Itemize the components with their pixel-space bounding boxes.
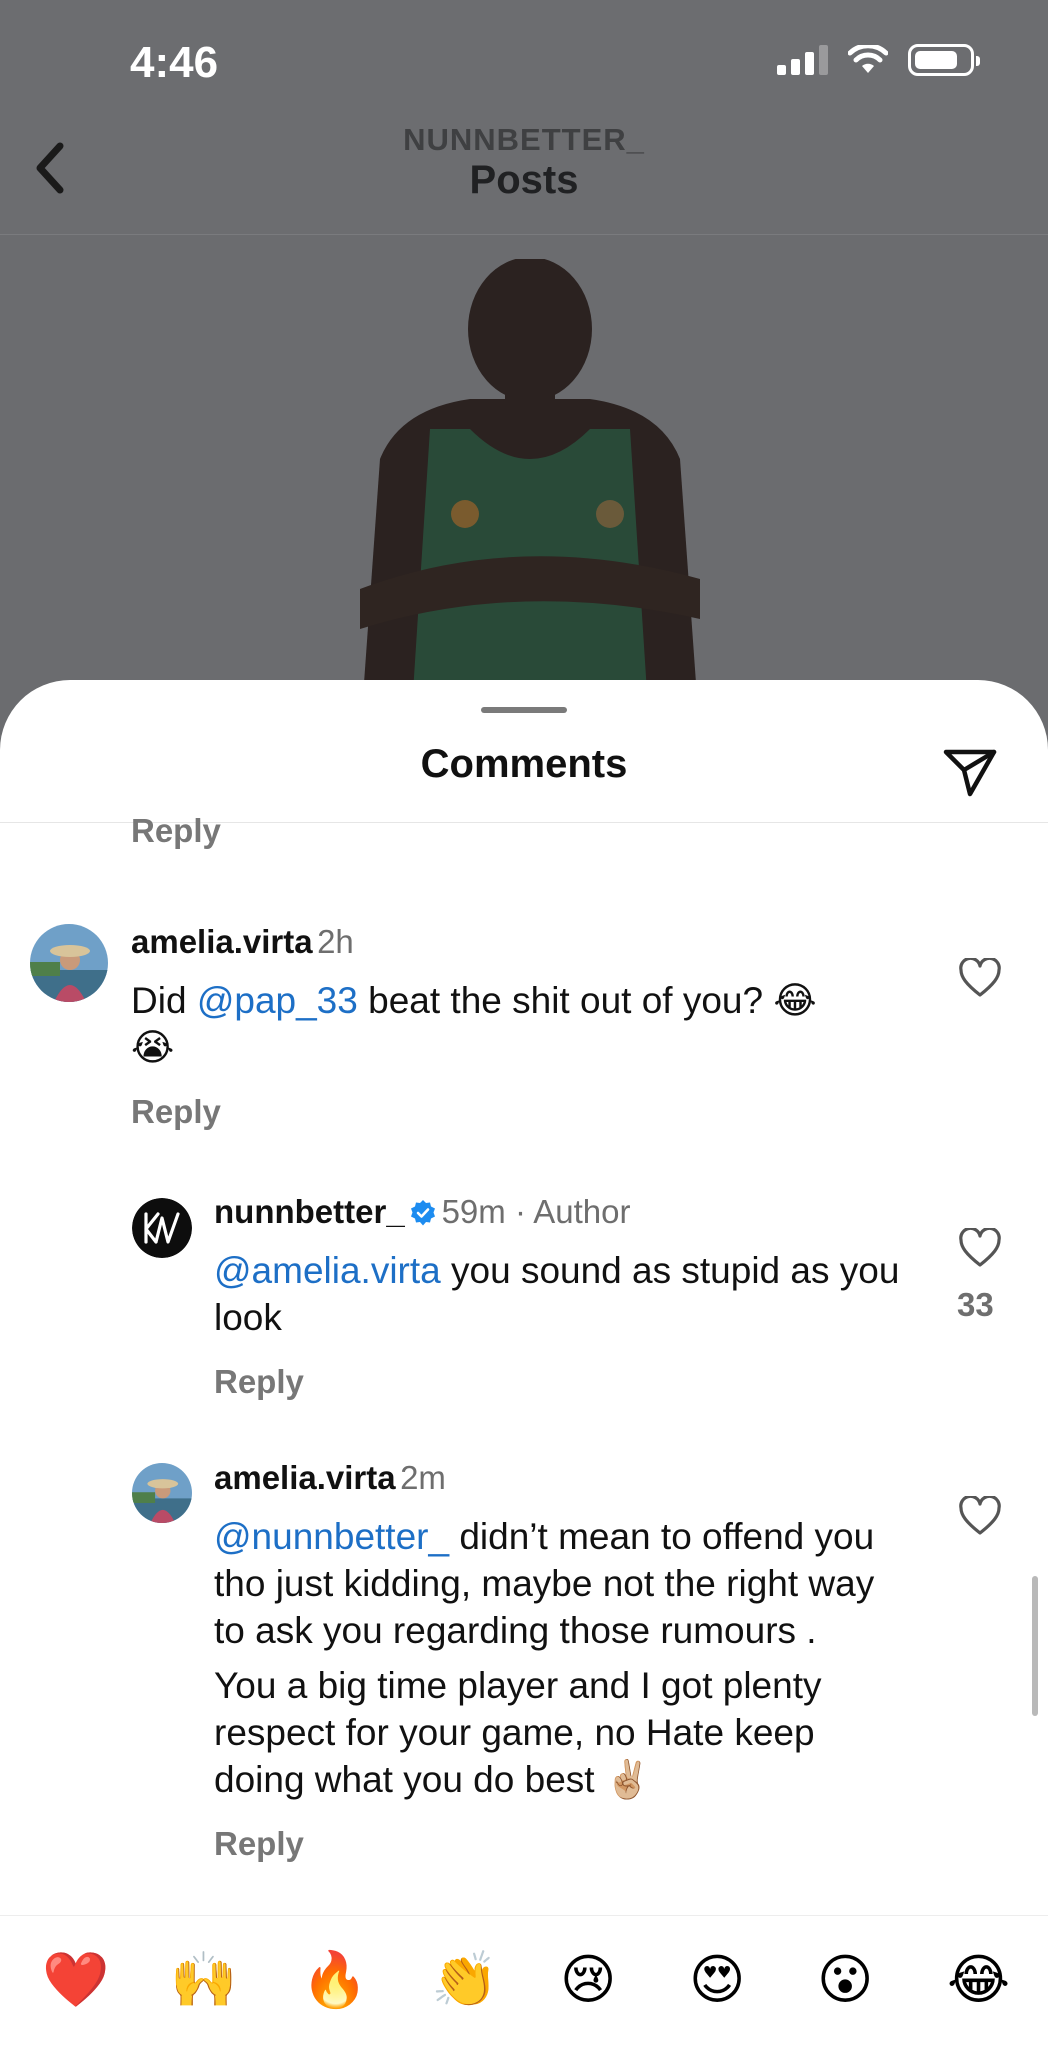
- comment-text: Did @pap_33 beat the shit out of you? 😂 …: [131, 980, 817, 1068]
- scrollbar[interactable]: [1032, 1576, 1038, 1716]
- like-count: 33: [957, 1286, 994, 1323]
- like-heart-icon[interactable]: [958, 958, 1002, 998]
- comment-time: 59m · Author: [441, 1193, 631, 1230]
- emoji-clapping-button[interactable]: 👏: [431, 1950, 498, 2010]
- comment-time: 2m: [400, 1459, 446, 1496]
- profile-username-header: NUNNBETTER_: [403, 122, 645, 157]
- comment-username[interactable]: nunnbetter_: [214, 1193, 405, 1230]
- emoji-crying-button[interactable]: 😢: [560, 1950, 616, 2010]
- comment-text-paragraph-2: You a big time player and I got plenty r…: [214, 1665, 822, 1800]
- cellular-signal-icon: [777, 45, 828, 75]
- nunnbetter-logo-avatar: [132, 1198, 192, 1258]
- avatar[interactable]: [132, 1198, 192, 1258]
- comment-text: @nunnbetter_ didn’t mean to offend you t…: [214, 1516, 875, 1651]
- comments-sheet: Comments Reply amelia.virta 2h Did @pap_: [0, 680, 1048, 2048]
- emoji-reaction-bar: ❤️ 🙌 🔥 👏 😢 😍 😮 😂: [0, 1915, 1048, 2048]
- reply-button[interactable]: Reply: [214, 1363, 914, 1401]
- emoji-heart-eyes-button[interactable]: 😍: [689, 1950, 745, 2010]
- crying-emoji: 😭: [131, 1027, 175, 1068]
- status-icons: [777, 44, 980, 76]
- emoji-raised-hands-button[interactable]: 🙌: [170, 1950, 237, 2010]
- mention-link[interactable]: @pap_33: [197, 980, 358, 1021]
- status-time: 4:46: [130, 38, 219, 87]
- emoji-fire-button[interactable]: 🔥: [301, 1950, 368, 2010]
- emoji-heart-button[interactable]: ❤️: [42, 1950, 109, 2010]
- sheet-grabber[interactable]: [481, 707, 567, 713]
- mention-link[interactable]: @nunnbetter_: [214, 1516, 449, 1557]
- player-photo-image: [360, 259, 700, 739]
- share-send-icon[interactable]: [940, 742, 1000, 802]
- avatar[interactable]: [30, 924, 108, 1002]
- like-heart-icon[interactable]: [958, 1228, 1002, 1268]
- post-screen-background: 4:46 NUNNBETTER_ Posts: [0, 0, 1048, 739]
- avatar[interactable]: [132, 1463, 192, 1523]
- avatar-photo-image: [132, 1463, 192, 1523]
- like-heart-icon[interactable]: [958, 1496, 1002, 1536]
- mention-link[interactable]: @amelia.virta: [214, 1250, 441, 1291]
- comment-time: 2h: [317, 923, 354, 960]
- reply-button[interactable]: Reply: [214, 1825, 914, 1863]
- comment-username[interactable]: amelia.virta: [214, 1459, 396, 1496]
- wifi-icon: [848, 45, 888, 73]
- comment-text: @amelia.virta you sound as stupid as you…: [214, 1250, 900, 1338]
- comments-title: Comments: [420, 742, 628, 786]
- avatar-photo-image: [30, 924, 108, 1002]
- page-title: Posts: [469, 158, 579, 202]
- battery-icon: [908, 44, 980, 76]
- emoji-surprised-button[interactable]: 😮: [817, 1950, 873, 2010]
- laughing-emoji: 😂: [773, 980, 817, 1021]
- reply-button[interactable]: Reply: [131, 812, 221, 850]
- comment-username[interactable]: amelia.virta: [131, 923, 313, 960]
- verified-badge-icon: [411, 1200, 436, 1226]
- post-photo[interactable]: [0, 234, 1048, 739]
- victory-hand-emoji: ✌🏼: [604, 1759, 651, 1800]
- reply-button[interactable]: Reply: [131, 1093, 921, 1131]
- emoji-laughing-button[interactable]: 😂: [947, 1950, 1010, 2010]
